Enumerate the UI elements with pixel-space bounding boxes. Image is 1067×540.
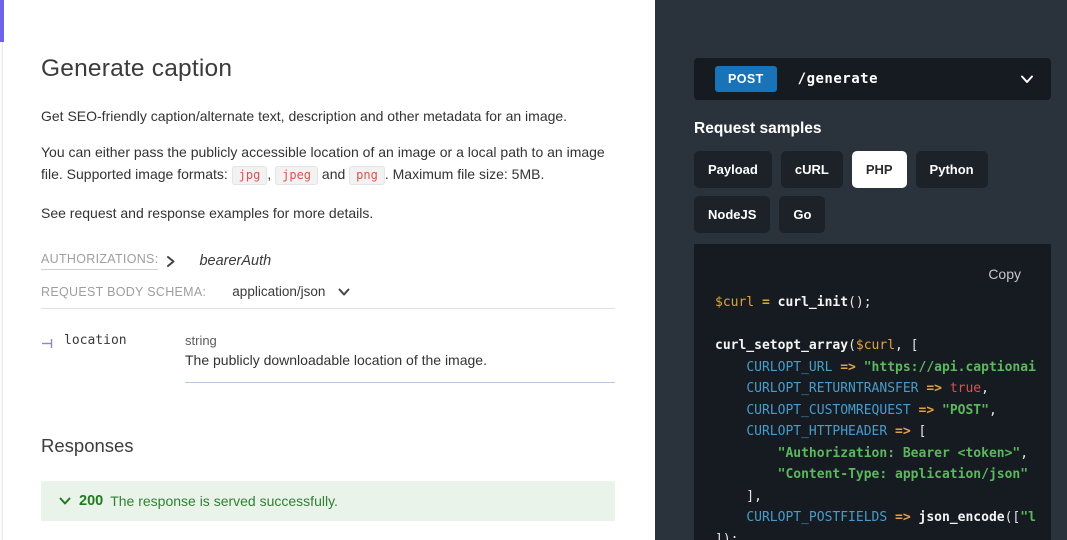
code-token: ],: [715, 489, 762, 504]
doc-content: Generate caption Get SEO-friendly captio…: [41, 0, 615, 521]
code-token: $curl: [715, 295, 754, 310]
chevron-down-icon[interactable]: [58, 494, 72, 508]
code-token: [715, 381, 746, 396]
format-chip-jpg: jpg: [232, 166, 268, 185]
code-token: CURLOPT_URL: [746, 360, 832, 375]
code-token: [715, 446, 778, 461]
code-token: "l: [1020, 510, 1036, 525]
field-detail-cell: string The publicly downloadable locatio…: [185, 333, 615, 383]
response-200-row[interactable]: 200 The response is served successfully.: [41, 481, 615, 521]
code-token: (: [848, 338, 856, 353]
tab-python[interactable]: Python: [916, 151, 988, 188]
tab-php[interactable]: PHP: [852, 151, 907, 188]
field-description: The publicly downloadable location of th…: [185, 352, 615, 368]
http-method-badge: POST: [715, 66, 777, 92]
description-line-1: Get SEO-friendly caption/alternate text,…: [41, 105, 615, 127]
chevron-down-icon[interactable]: [337, 285, 351, 299]
code-token: CURLOPT_RETURNTRANSFER: [746, 381, 918, 396]
code-token: [: [911, 424, 927, 439]
code-token: [887, 510, 895, 525]
code-token: "https://api.captionai: [864, 360, 1036, 375]
code-token: true: [950, 381, 981, 396]
code-token: [715, 360, 746, 375]
sidebar-edge-divider: [0, 0, 3, 540]
samples-pane: POST /generate Request samples PayloadcU…: [655, 0, 1067, 540]
language-tabs: PayloadcURLPHPPython NodeJSGo: [694, 151, 1051, 241]
separator-text: and: [318, 166, 349, 182]
copy-button[interactable]: Copy: [988, 266, 1021, 282]
code-token: =>: [895, 510, 911, 525]
description-line-2: You can either pass the publicly accessi…: [41, 141, 615, 186]
code-token: =>: [840, 360, 856, 375]
tab-nodejs[interactable]: NodeJS: [694, 196, 770, 233]
request-samples-heading: Request samples: [694, 120, 1051, 138]
code-token: [887, 424, 895, 439]
sidebar-scrollbar-thumb[interactable]: [0, 0, 4, 42]
endpoint-bar[interactable]: POST /generate: [694, 58, 1051, 100]
tab-go[interactable]: Go: [779, 196, 825, 233]
code-token: CURLOPT_CUSTOMREQUEST: [746, 403, 910, 418]
code-token: [715, 403, 746, 418]
code-token: =>: [926, 381, 942, 396]
php-code-sample: $curl = curl_init(); curl_setopt_array($…: [715, 292, 1051, 540]
page-title: Generate caption: [41, 55, 615, 83]
format-chip-jpeg: jpeg: [275, 166, 318, 185]
response-status-text: The response is served successfully.: [110, 493, 338, 509]
code-token: ();: [848, 295, 871, 310]
code-token: [934, 403, 942, 418]
field-name-cell: location: [41, 333, 185, 383]
code-token: , [: [895, 338, 918, 353]
code-token: curl_init: [778, 295, 848, 310]
code-token: ([: [1005, 510, 1021, 525]
authorizations-label: AUTHORIZATIONS:: [41, 252, 158, 270]
responses-heading: Responses: [41, 435, 615, 457]
field-type: string: [185, 333, 615, 348]
code-token: [715, 467, 778, 482]
code-token: $curl: [856, 338, 895, 353]
field-name: location: [64, 333, 127, 348]
doc-pane: Generate caption Get SEO-friendly captio…: [0, 0, 655, 540]
code-token: json_encode: [919, 510, 1005, 525]
request-body-schema-row: REQUEST BODY SCHEMA: application/json: [41, 284, 615, 309]
schema-field-row: location string The publicly downloadabl…: [41, 333, 615, 383]
code-sample-block: Copy $curl = curl_init(); curl_setopt_ar…: [694, 244, 1051, 540]
code-token: curl_setopt_array: [715, 338, 848, 353]
separator-text: ,: [267, 166, 275, 182]
code-token: "Authorization: Bearer <token>": [778, 446, 1021, 461]
response-status-code: 200: [79, 493, 103, 509]
content-type-value: application/json: [232, 284, 325, 299]
code-token: CURLOPT_HTTPHEADER: [746, 424, 887, 439]
api-docs-page: Generate caption Get SEO-friendly captio…: [0, 0, 1067, 540]
chevron-right-icon[interactable]: [164, 255, 177, 268]
tab-payload[interactable]: Payload: [694, 151, 772, 188]
code-token: [770, 295, 778, 310]
tab-curl[interactable]: cURL: [781, 151, 843, 188]
auth-scheme-value: bearerAuth: [199, 253, 271, 269]
code-token: [911, 403, 919, 418]
authorizations-row[interactable]: AUTHORIZATIONS: bearerAuth: [41, 252, 615, 270]
code-token: ,: [981, 381, 989, 396]
description-line-3: See request and response examples for mo…: [41, 202, 615, 224]
code-token: =>: [919, 403, 935, 418]
code-token: "POST": [942, 403, 989, 418]
code-token: ,: [989, 403, 997, 418]
code-token: ,: [1020, 446, 1028, 461]
chevron-down-icon[interactable]: [1019, 71, 1035, 87]
code-token: [911, 510, 919, 525]
description-text: . Maximum file size: 5MB.: [385, 166, 544, 182]
request-body-schema-label: REQUEST BODY SCHEMA:: [41, 285, 206, 299]
code-token: [715, 510, 746, 525]
code-token: ]);: [715, 532, 738, 540]
code-token: [754, 295, 762, 310]
code-token: =>: [895, 424, 911, 439]
field-tree-icon: [41, 336, 56, 351]
endpoint-path: /generate: [798, 71, 878, 87]
code-token: CURLOPT_POSTFIELDS: [746, 510, 887, 525]
code-token: "Content-Type: application/json": [778, 467, 1028, 482]
code-token: [715, 424, 746, 439]
code-token: [856, 360, 864, 375]
code-token: =: [762, 295, 770, 310]
format-chip-png: png: [349, 166, 385, 185]
code-token: [942, 381, 950, 396]
